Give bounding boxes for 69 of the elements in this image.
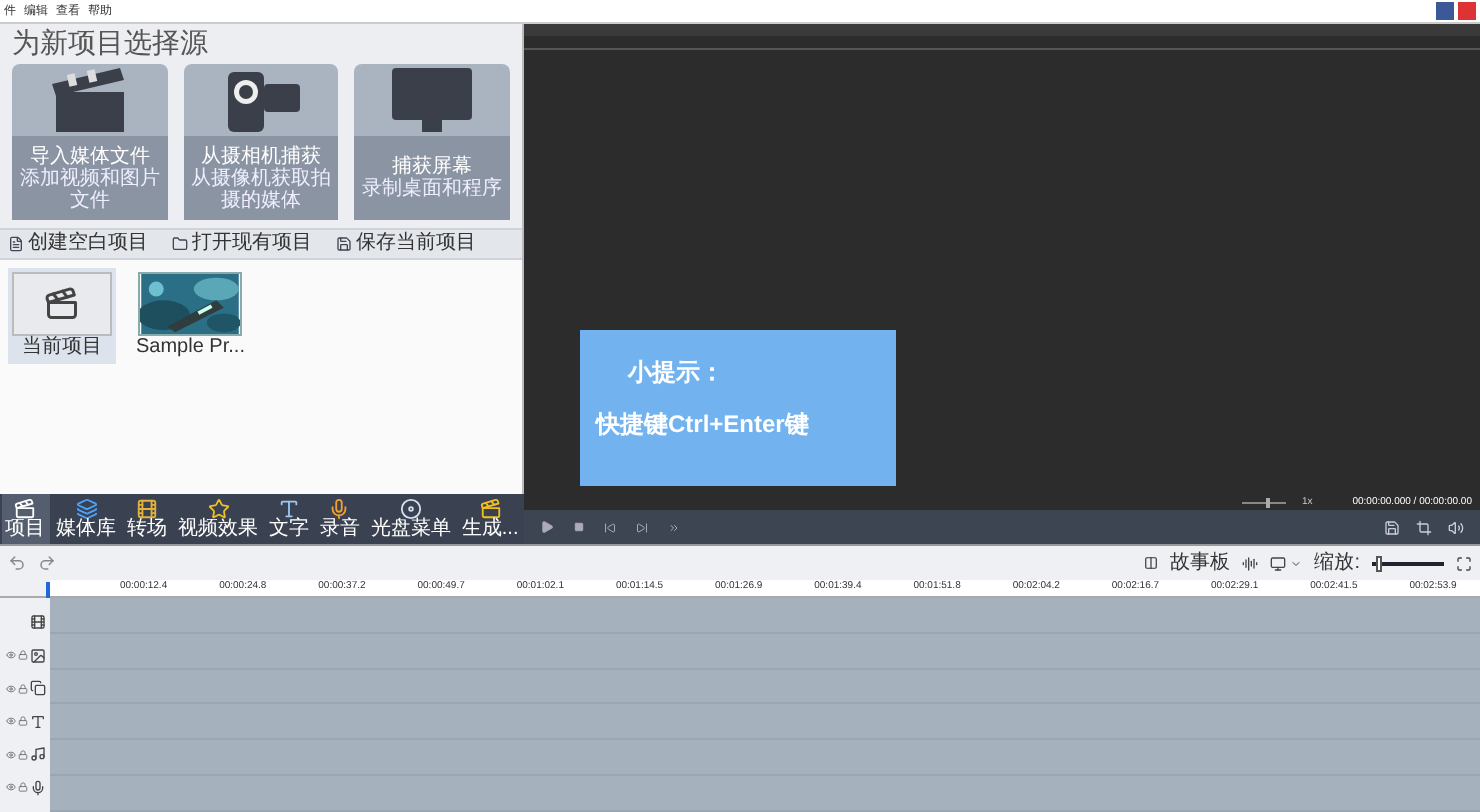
zoom-label: 缩放: <box>1314 553 1360 573</box>
stop-icon[interactable] <box>574 522 584 532</box>
project-label: 当前项目 <box>22 336 102 360</box>
microphone-icon <box>30 779 46 796</box>
card-label: 捕获屏幕 <box>392 156 473 178</box>
eye-icon[interactable] <box>6 716 16 727</box>
toolbar-button[interactable]: 项目 <box>1 494 50 544</box>
play-icon[interactable] <box>540 520 554 534</box>
project-label: Sample Pr... <box>136 336 245 360</box>
disc-icon <box>399 498 422 520</box>
caret-icon[interactable] <box>1290 557 1303 569</box>
previous-icon[interactable] <box>604 521 616 533</box>
tip-title: 小提示： <box>625 356 726 390</box>
storyboard-button[interactable]: 故事板 <box>1170 553 1231 573</box>
project-item[interactable]: Sample Pr... <box>132 268 249 364</box>
fast-forward-icon[interactable] <box>668 521 680 533</box>
film-icon <box>30 614 46 631</box>
project-item[interactable]: 当前项目 <box>8 268 116 364</box>
star-icon <box>207 498 230 520</box>
action-link[interactable]: 保存当前项目 <box>356 234 476 254</box>
toolbar-button[interactable]: 媒体库 <box>52 494 121 544</box>
next-icon[interactable] <box>636 521 648 533</box>
eye-icon[interactable] <box>6 782 16 793</box>
text-icon <box>30 713 46 730</box>
audio-icon[interactable] <box>1242 555 1259 571</box>
toolbar-button[interactable]: 生成... <box>457 494 523 544</box>
lock-icon[interactable] <box>18 749 28 760</box>
toolbar-button[interactable]: 视频效果 <box>174 494 263 544</box>
eye-icon[interactable] <box>6 683 16 694</box>
toolbar-button[interactable]: 录音 <box>315 494 364 544</box>
snapshot-icon[interactable] <box>1384 519 1400 535</box>
redo-icon[interactable] <box>38 554 56 572</box>
eye-icon[interactable] <box>6 749 16 760</box>
card-hint: 录制桌面和程序 <box>362 178 503 200</box>
microphone-icon <box>328 498 351 520</box>
card-label: 从摄相机捕获 <box>201 145 321 167</box>
monitor-icon[interactable] <box>1270 555 1287 571</box>
lock-icon[interactable] <box>18 683 28 694</box>
film-icon <box>136 498 159 520</box>
crop-icon[interactable] <box>1416 519 1432 535</box>
volume-icon[interactable] <box>1448 519 1464 535</box>
card-label: 导入媒体文件 <box>29 145 150 167</box>
toolbar-button[interactable]: 文字 <box>265 494 314 544</box>
panel-title: 为新项目选择源 <box>12 24 210 60</box>
document-icon <box>8 236 24 252</box>
card-hint: 添加视频和图片文件 <box>17 167 162 211</box>
clapperboard-icon <box>14 498 37 520</box>
clapperboard-icon <box>44 286 80 322</box>
layers-icon <box>75 498 98 520</box>
toolbar-button[interactable]: 光盘菜单 <box>366 494 455 544</box>
image-icon <box>30 647 46 664</box>
save-icon <box>336 236 352 252</box>
toolbar-button[interactable]: 转场 <box>123 494 172 544</box>
action-link[interactable]: 打开现有项目 <box>192 234 312 254</box>
tip-text: 快捷键Ctrl+Enter键 <box>596 408 811 442</box>
folder-icon <box>172 236 188 252</box>
music-icon <box>30 746 46 763</box>
clapperboard-icon <box>479 498 502 520</box>
layers-icon <box>30 680 46 697</box>
lock-icon[interactable] <box>18 716 28 727</box>
text-icon <box>278 498 301 520</box>
lock-icon[interactable] <box>18 650 28 661</box>
lock-icon[interactable] <box>18 782 28 793</box>
storyboard-icon <box>1144 556 1159 570</box>
undo-icon[interactable] <box>8 554 26 572</box>
action-link[interactable]: 创建空白项目 <box>28 234 148 254</box>
fit-icon[interactable] <box>1456 555 1472 571</box>
eye-icon[interactable] <box>6 650 16 661</box>
card-hint: 从摄像机获取拍摄的媒体 <box>189 167 333 211</box>
